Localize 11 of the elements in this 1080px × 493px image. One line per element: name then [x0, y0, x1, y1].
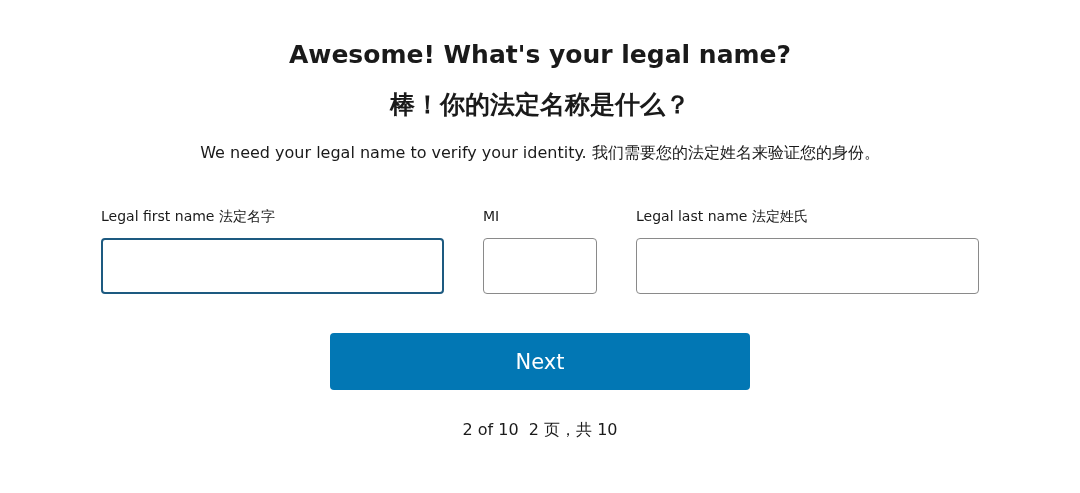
- page-heading-translation: 棒！你的法定名称是什么？: [390, 89, 690, 121]
- page-heading: Awesome! What's your legal name?: [288, 39, 791, 71]
- field-label: Legal last name 法定姓氏: [636, 207, 809, 226]
- description-text: We need your legal name to verify your identity. 我们需要您的法定姓名来验证您的身份。: [200, 142, 880, 164]
- field-label: MI: [483, 207, 501, 226]
- field-label: Legal first name 法定名字: [101, 207, 276, 226]
- progress-text: 2 of 10 2 页，共 10: [462, 420, 618, 441]
- input-field[interactable]: [101, 238, 444, 294]
- input-field[interactable]: [483, 238, 597, 294]
- next-button[interactable]: Next: [330, 333, 750, 390]
- input-field[interactable]: [636, 238, 979, 294]
